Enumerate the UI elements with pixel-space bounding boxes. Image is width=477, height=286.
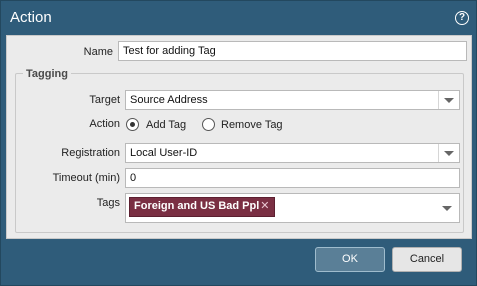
dialog-title: Action — [10, 9, 52, 26]
timeout-field[interactable]: 0 — [125, 168, 460, 188]
close-icon[interactable]: ✕ — [260, 198, 269, 214]
chevron-down-icon[interactable] — [442, 206, 452, 211]
target-select[interactable]: Source Address — [125, 90, 460, 110]
title-bar: Action ? — [1, 1, 476, 35]
name-label: Name — [83, 46, 113, 58]
tags-label: Tags — [96, 197, 120, 209]
remove-tag-radio[interactable] — [202, 118, 215, 131]
registration-select[interactable]: Local User-ID — [125, 143, 460, 163]
target-selected-value: Source Address — [130, 94, 208, 106]
add-tag-radio-label[interactable]: Add Tag — [146, 119, 186, 131]
tags-input[interactable]: Foreign and US Bad Ppl✕ — [125, 193, 460, 223]
chevron-down-icon — [444, 98, 454, 103]
registration-selected-value: Local User-ID — [130, 147, 198, 159]
action-label: Action — [89, 118, 120, 130]
tag-chip: Foreign and US Bad Ppl✕ — [129, 197, 275, 217]
chevron-down-icon — [444, 151, 454, 156]
registration-label: Registration — [61, 147, 120, 159]
tagging-legend: Tagging — [23, 68, 71, 80]
dialog-body: Name Test for adding Tag Tagging Target … — [6, 35, 472, 239]
registration-dropdown-toggle[interactable] — [438, 144, 459, 162]
target-dropdown-toggle[interactable] — [438, 91, 459, 109]
action-dialog: Action ? Name Test for adding Tag Taggin… — [0, 0, 477, 286]
cancel-button[interactable]: Cancel — [392, 247, 462, 272]
ok-button[interactable]: OK — [315, 247, 385, 272]
help-icon[interactable]: ? — [455, 11, 469, 25]
name-field[interactable]: Test for adding Tag — [118, 41, 467, 61]
timeout-label: Timeout (min) — [52, 172, 120, 184]
target-label: Target — [89, 94, 120, 106]
remove-tag-radio-label[interactable]: Remove Tag — [221, 119, 283, 131]
tag-chip-label: Foreign and US Bad Ppl — [134, 200, 260, 212]
add-tag-radio[interactable] — [126, 118, 139, 131]
